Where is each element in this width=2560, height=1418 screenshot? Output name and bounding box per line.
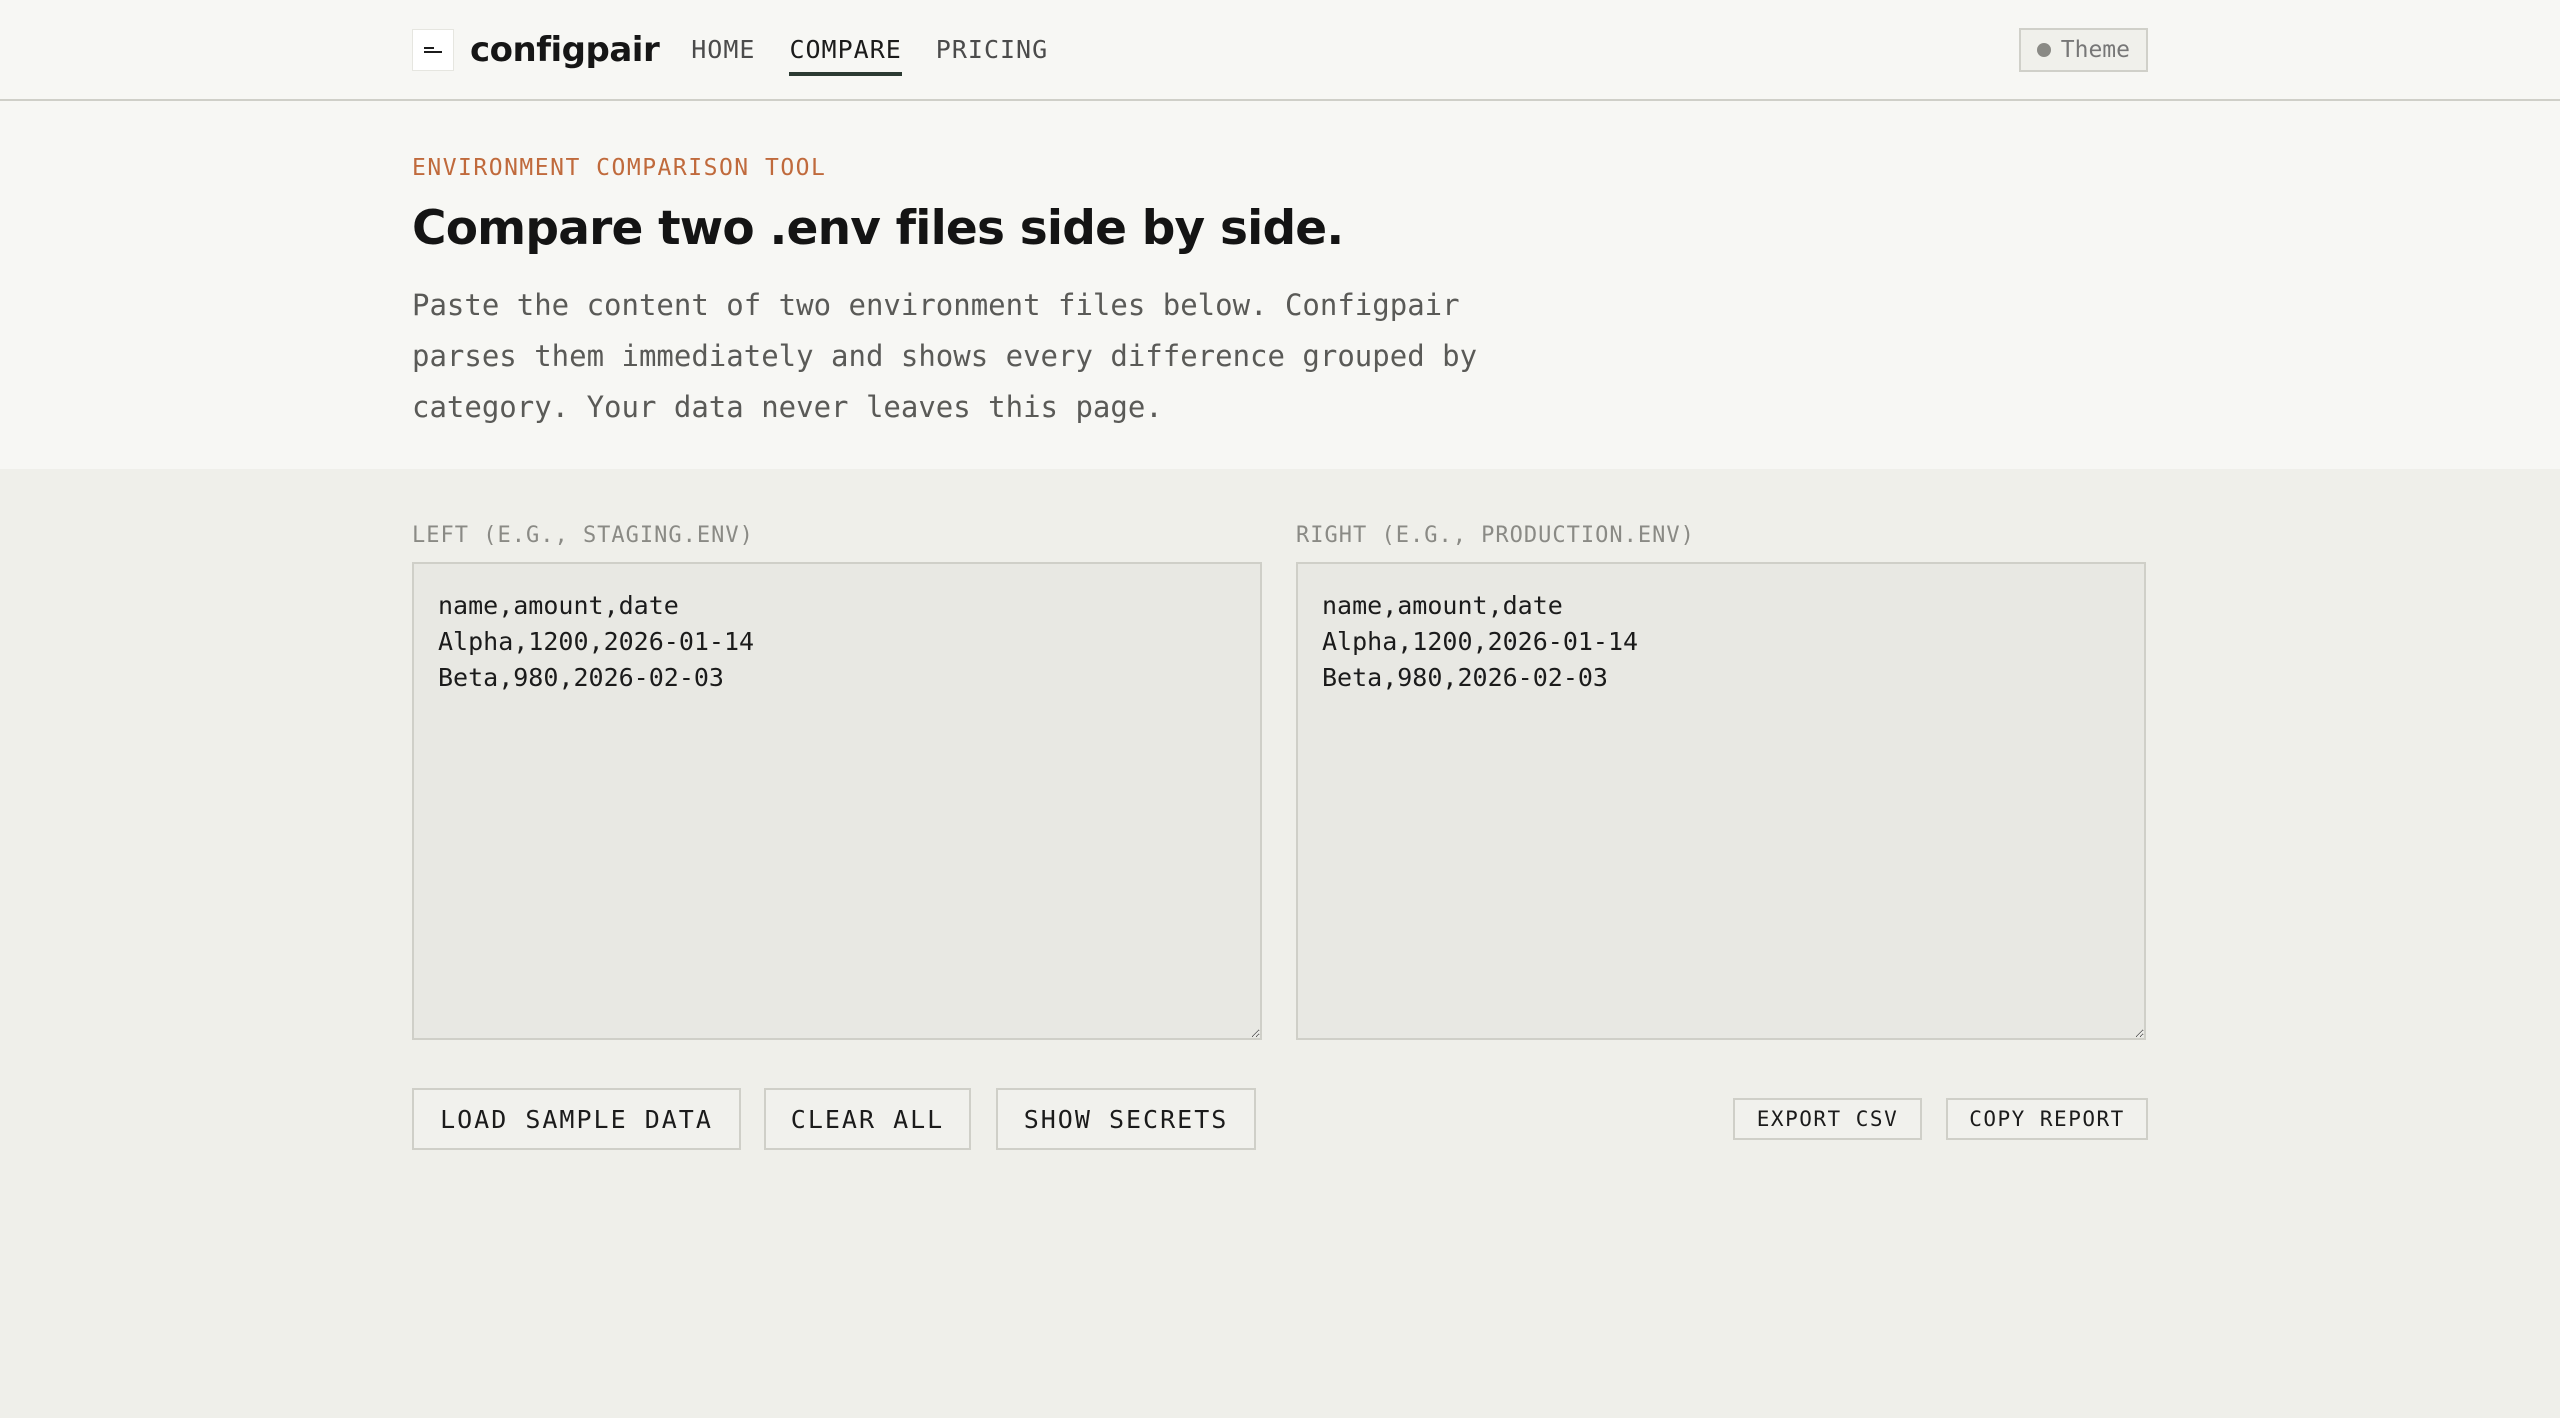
hero-description: Paste the content of two environment fil… xyxy=(412,288,1478,424)
right-editor-label: RIGHT (E.G., PRODUCTION.ENV) xyxy=(1296,523,1695,548)
brand-name: configpair xyxy=(470,29,660,70)
theme-toggle-label: Theme xyxy=(2060,36,2130,63)
top-navigation-bar: configpair HOME COMPARE PRICING Theme xyxy=(0,0,2560,101)
main-nav: HOME COMPARE PRICING xyxy=(691,25,1048,76)
logo-lines xyxy=(424,45,442,55)
show-secrets-button[interactable]: SHOW SECRETS xyxy=(996,1088,1256,1150)
logo-icon xyxy=(412,28,454,71)
load-sample-data-button[interactable]: LOAD SAMPLE DATA xyxy=(412,1088,741,1150)
right-env-input[interactable] xyxy=(1296,562,2146,1040)
comparison-workspace: LEFT (E.G., STAGING.ENV) RIGHT (E.G., PR… xyxy=(0,469,2560,1418)
top-navigation-inner: configpair HOME COMPARE PRICING Theme xyxy=(412,0,2148,99)
hero-eyebrow: ENVIRONMENT COMPARISON TOOL xyxy=(412,155,827,181)
nav-item-home[interactable]: HOME xyxy=(691,25,755,74)
nav-item-compare[interactable]: COMPARE xyxy=(789,25,903,76)
hero-content: ENVIRONMENT COMPARISON TOOL Compare two … xyxy=(412,155,1612,433)
copy-report-button[interactable]: COPY REPORT xyxy=(1946,1098,2148,1140)
export-csv-button[interactable]: EXPORT CSV xyxy=(1733,1098,1922,1140)
nav-item-pricing[interactable]: PRICING xyxy=(936,25,1048,74)
brand[interactable]: configpair xyxy=(412,28,660,71)
theme-toggle-button[interactable]: Theme xyxy=(2018,27,2148,72)
left-editor-label: LEFT (E.G., STAGING.ENV) xyxy=(412,523,754,548)
clear-all-button[interactable]: CLEAR ALL xyxy=(764,1088,971,1150)
hero-section: ENVIRONMENT COMPARISON TOOL Compare two … xyxy=(0,101,2560,469)
theme-dot-icon xyxy=(2036,42,2051,57)
left-env-input[interactable] xyxy=(412,562,1262,1040)
page-title: Compare two .env files side by side. xyxy=(412,201,1344,256)
